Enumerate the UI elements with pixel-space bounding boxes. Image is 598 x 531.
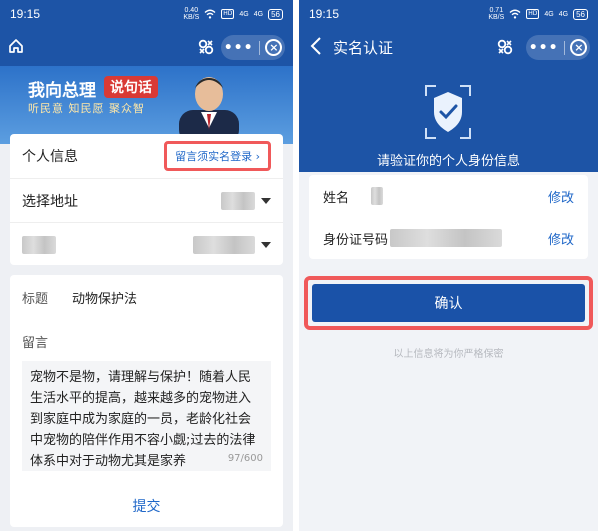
verify-header: 请验证你的个人身份信息	[299, 66, 598, 172]
right-screen: 19:15 0.71 KB/S HD 4G 4G 56 实名认证 ••• × 请验…	[299, 0, 598, 531]
status-icons: 0.40 KB/S HD 4G 4G 56	[183, 7, 283, 21]
wifi-icon	[204, 9, 216, 19]
signal-icon: 4G	[239, 10, 249, 18]
privacy-note: 以上信息将为你严格保密	[393, 349, 504, 360]
title-value[interactable]: 动物保护法	[72, 288, 137, 307]
status-time-right: 19:15	[309, 7, 340, 21]
message-card: 标题 动物保护法 留言 宠物不是物，请理解与保护！随着人民生活水平的提高，越来越…	[10, 275, 283, 527]
premier-photo	[179, 77, 239, 144]
battery-icon: 56	[268, 8, 283, 20]
realname-login-link[interactable]: 留言须实名登录 ›	[164, 141, 271, 171]
left-screen: 19:15 0.40 KB/S HD 4G 4G 56 ••• × 我向总理 说句…	[0, 0, 293, 531]
status-time: 19:15	[10, 7, 41, 21]
modify-name-link[interactable]: 修改	[548, 187, 574, 206]
verify-instruction: 请验证你的个人身份信息	[376, 154, 520, 169]
close-icon[interactable]: ×	[265, 39, 283, 56]
hd-badge-right: HD	[526, 9, 540, 19]
region-label-blurred	[22, 235, 56, 254]
network-speed: 0.40 KB/S	[183, 7, 200, 21]
battery-icon-right: 56	[573, 8, 588, 20]
region-value-blurred	[193, 235, 255, 254]
signal-icon-right: 4G	[544, 10, 554, 18]
mini-program-capsule-right: ••• ×	[526, 35, 590, 60]
mini-program-capsule: ••• ×	[221, 35, 285, 60]
status-icons-right: 0.71 KB/S HD 4G 4G 56	[488, 7, 588, 21]
wifi-icon-right	[509, 9, 521, 19]
capsule-divider-right	[563, 40, 565, 55]
name-value-blurred	[371, 187, 384, 205]
confirm-highlight: 确认	[304, 276, 593, 330]
capsule-divider	[258, 40, 260, 55]
message-textarea[interactable]: 宠物不是物，请理解与保护！随着人民生活水平的提高，越来越多的宠物进入到家庭中成为…	[22, 361, 271, 471]
personal-info-card: 个人信息 留言须实名登录 › 选择地址	[10, 134, 283, 265]
title-row[interactable]: 标题 动物保护法	[10, 275, 283, 319]
signal-icon-right-2: 4G	[558, 10, 569, 18]
close-icon-right[interactable]: ×	[570, 39, 588, 56]
more-icon[interactable]: •••	[224, 40, 254, 56]
message-label-row: 留言	[10, 319, 283, 363]
chevron-down-icon-2	[261, 241, 271, 248]
confirm-button[interactable]: 确认	[312, 284, 585, 322]
char-counter: 97/600	[227, 453, 263, 464]
status-bar-right: 19:15 0.71 KB/S HD 4G 4G 56	[299, 0, 598, 28]
home-icon[interactable]	[8, 38, 24, 54]
more-icon-right[interactable]: •••	[529, 40, 559, 56]
nav-bar-right: 实名认证 ••• ×	[299, 28, 598, 66]
nav-bar: ••• ×	[0, 28, 293, 66]
chevron-down-icon	[261, 197, 271, 204]
id-label: 身份证号码	[323, 232, 389, 248]
title-label: 标题	[22, 291, 49, 307]
message-label: 留言	[22, 335, 49, 351]
banner-speak-badge: 说句话	[104, 76, 158, 98]
name-label: 姓名	[323, 190, 350, 206]
name-row: 姓名 修改	[309, 175, 588, 217]
address-label: 选择地址	[22, 193, 78, 210]
back-icon[interactable]	[309, 36, 323, 56]
address-row[interactable]: 选择地址	[10, 178, 283, 222]
page-title: 实名认证	[333, 39, 394, 57]
submit-button[interactable]: 提交	[10, 487, 283, 527]
network-speed-right: 0.71 KB/S	[488, 7, 505, 21]
personal-info-row: 个人信息 留言须实名登录 ›	[10, 134, 283, 178]
sub-address-row[interactable]	[10, 222, 283, 266]
hd-badge: HD	[221, 9, 235, 19]
banner: 我向总理 说句话 听民意 知民愿 聚众智	[0, 66, 293, 144]
modify-id-link[interactable]: 修改	[548, 229, 574, 248]
scan-ok-icon-right[interactable]	[495, 37, 515, 57]
id-value-blurred	[390, 229, 503, 247]
identity-card: 姓名 修改 身份证号码 修改	[309, 175, 588, 259]
personal-info-label: 个人信息	[22, 149, 78, 165]
signal-icon-2: 4G	[253, 10, 264, 18]
banner-subtitle: 听民意 知民愿 聚众智	[28, 102, 145, 115]
address-value-blurred	[221, 191, 255, 210]
scan-ok-icon[interactable]	[196, 37, 216, 57]
shield-check-icon	[425, 85, 471, 139]
id-row: 身份证号码 修改	[309, 217, 588, 259]
banner-slogan: 我向总理	[28, 81, 96, 101]
status-bar: 19:15 0.40 KB/S HD 4G 4G 56	[0, 0, 293, 28]
